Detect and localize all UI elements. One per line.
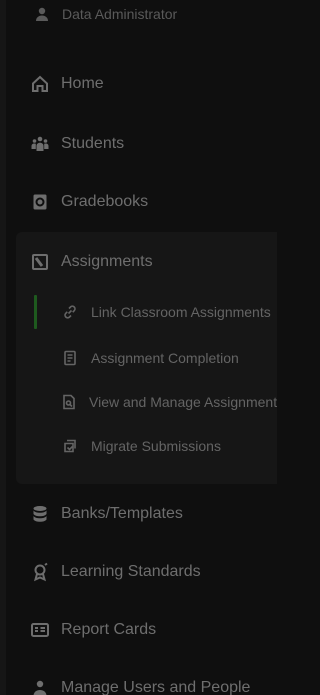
subnav-item-label: View and Manage Assignments (89, 394, 277, 410)
nav-item-report-cards[interactable]: Report Cards (0, 610, 277, 650)
gradebook-icon (29, 191, 51, 213)
nav-item-manage-users[interactable]: Manage Users and People (0, 668, 277, 695)
nav-item-assignments[interactable]: Assignments (0, 242, 277, 282)
nav-item-report-cards-label: Report Cards (61, 621, 157, 638)
subnav-item-view-manage-assignments[interactable]: View and Manage Assignments (0, 384, 277, 420)
students-icon (29, 133, 51, 155)
nav-item-manage-users-label: Manage Users and People (61, 679, 251, 695)
standards-icon (29, 561, 51, 583)
report-card-icon (29, 619, 51, 641)
nav-item-banks-templates[interactable]: Banks/Templates (0, 494, 277, 534)
subnav-item-link-classroom-assignments[interactable]: Link Classroom Assignments (0, 294, 277, 330)
nav-item-students-label: Students (61, 135, 125, 152)
nav-item-assignments-label: Assignments (61, 253, 153, 270)
subnav-item-assignment-completion[interactable]: Assignment Completion (0, 340, 277, 376)
link-icon (61, 303, 79, 321)
migrate-icon (61, 437, 79, 455)
user-role[interactable]: Data Administrator (0, 0, 277, 32)
nav-item-students[interactable]: Students (0, 124, 277, 164)
home-icon (29, 73, 51, 95)
subnav-item-label: Link Classroom Assignments (91, 304, 271, 320)
subnav-item-label: Assignment Completion (91, 350, 239, 366)
nav-item-learning-standards-label: Learning Standards (61, 563, 201, 580)
nav-item-home-label: Home (61, 75, 104, 92)
nav-item-gradebooks-label: Gradebooks (61, 193, 149, 210)
assignments-icon (29, 251, 51, 273)
manage-users-icon (29, 677, 51, 695)
document-icon (61, 349, 79, 367)
database-icon (29, 503, 51, 525)
sidebar-nav: Data Administrator Home Students Gradebo… (0, 0, 277, 695)
user-role-label: Data Administrator (62, 6, 178, 22)
nav-item-home[interactable]: Home (0, 64, 277, 104)
nav-item-learning-standards[interactable]: Learning Standards (0, 552, 277, 592)
subnav-item-label: Migrate Submissions (91, 438, 221, 454)
user-icon (34, 6, 50, 22)
subnav-item-migrate-submissions[interactable]: Migrate Submissions (0, 428, 277, 464)
view-document-icon (61, 393, 77, 411)
nav-item-gradebooks[interactable]: Gradebooks (0, 182, 277, 222)
nav-item-banks-label: Banks/Templates (61, 505, 183, 522)
